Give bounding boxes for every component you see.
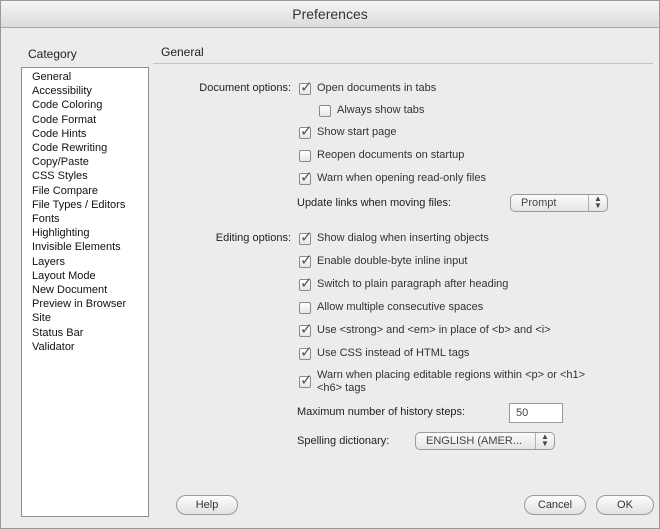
category-item-accessibility[interactable]: Accessibility xyxy=(32,84,148,98)
category-item-file-types-editors[interactable]: File Types / Editors xyxy=(32,198,148,212)
update-links-value: Prompt xyxy=(521,197,557,209)
multiple-spaces-label: Allow multiple consecutive spaces xyxy=(317,301,484,313)
strong-em-label: Use <strong> and <em> in place of <b> an… xyxy=(317,324,551,336)
history-steps-input[interactable]: 50 xyxy=(509,403,563,423)
help-button[interactable]: Help xyxy=(176,495,238,515)
plain-paragraph-label: Switch to plain paragraph after heading xyxy=(317,278,509,290)
double-byte-input-label: Enable double-byte inline input xyxy=(317,255,468,267)
warn-read-only-checkbox[interactable] xyxy=(299,168,313,186)
category-item-validator[interactable]: Validator xyxy=(32,340,148,354)
cancel-button[interactable]: Cancel xyxy=(524,495,586,515)
use-css-checkbox[interactable] xyxy=(299,343,313,361)
category-header: Category xyxy=(28,47,77,61)
history-steps-label: Maximum number of history steps: xyxy=(297,406,466,418)
update-links-label: Update links when moving files: xyxy=(297,197,452,209)
warn-editable-regions-label-line2: <h6> tags xyxy=(317,382,366,394)
category-item-code-format[interactable]: Code Format xyxy=(32,113,148,127)
category-item-copy-paste[interactable]: Copy/Paste xyxy=(32,155,148,169)
always-show-tabs-label: Always show tabs xyxy=(337,104,425,116)
spelling-dictionary-value: ENGLISH (AMER... xyxy=(426,435,522,447)
category-list[interactable]: General Accessibility Code Coloring Code… xyxy=(21,67,149,517)
category-item-code-hints[interactable]: Code Hints xyxy=(32,127,148,141)
update-links-select[interactable]: Prompt ▲ ▼ xyxy=(510,194,608,212)
preferences-window: Preferences Category General General Acc… xyxy=(0,0,660,529)
select-arrows-icon: ▲ ▼ xyxy=(535,433,554,449)
category-item-code-rewriting[interactable]: Code Rewriting xyxy=(32,141,148,155)
category-item-invisible-elements[interactable]: Invisible Elements xyxy=(32,240,148,254)
category-item-site[interactable]: Site xyxy=(32,311,148,325)
plain-paragraph-checkbox[interactable] xyxy=(299,274,313,292)
window-title: Preferences xyxy=(1,1,659,28)
select-arrows-icon: ▲ ▼ xyxy=(588,195,607,211)
show-start-page-checkbox[interactable] xyxy=(299,122,313,140)
category-item-general[interactable]: General xyxy=(32,70,148,84)
double-byte-input-checkbox[interactable] xyxy=(299,251,313,269)
open-documents-in-tabs-label: Open documents in tabs xyxy=(317,82,437,94)
panel-divider xyxy=(153,63,653,64)
use-css-label: Use CSS instead of HTML tags xyxy=(317,347,470,359)
category-item-layers[interactable]: Layers xyxy=(32,255,148,269)
document-options-label: Document options: xyxy=(199,82,291,94)
category-item-fonts[interactable]: Fonts xyxy=(32,212,148,226)
spelling-dictionary-label: Spelling dictionary: xyxy=(297,435,390,447)
category-item-status-bar[interactable]: Status Bar xyxy=(32,326,148,340)
warn-editable-regions-label: Warn when placing editable regions withi… xyxy=(317,369,586,381)
show-dialog-inserting-label: Show dialog when inserting objects xyxy=(317,232,489,244)
reopen-documents-checkbox[interactable] xyxy=(299,150,311,162)
category-item-preview-in-browser[interactable]: Preview in Browser xyxy=(32,297,148,311)
always-show-tabs-checkbox[interactable] xyxy=(319,105,331,117)
category-item-css-styles[interactable]: CSS Styles xyxy=(32,169,148,183)
category-item-new-document[interactable]: New Document xyxy=(32,283,148,297)
open-documents-in-tabs-checkbox[interactable] xyxy=(299,78,313,96)
show-start-page-label: Show start page xyxy=(317,126,397,138)
category-item-highlighting[interactable]: Highlighting xyxy=(32,226,148,240)
editing-options-label: Editing options: xyxy=(215,232,291,244)
reopen-documents-label: Reopen documents on startup xyxy=(317,149,465,161)
warn-read-only-label: Warn when opening read-only files xyxy=(317,172,486,184)
strong-em-checkbox[interactable] xyxy=(299,320,313,338)
multiple-spaces-checkbox[interactable] xyxy=(299,302,311,314)
warn-editable-regions-checkbox[interactable] xyxy=(299,371,313,389)
spelling-dictionary-select[interactable]: ENGLISH (AMER... ▲ ▼ xyxy=(415,432,555,450)
show-dialog-inserting-checkbox[interactable] xyxy=(299,228,313,246)
category-item-file-compare[interactable]: File Compare xyxy=(32,184,148,198)
ok-button[interactable]: OK xyxy=(596,495,654,515)
category-item-code-coloring[interactable]: Code Coloring xyxy=(32,98,148,112)
category-item-layout-mode[interactable]: Layout Mode xyxy=(32,269,148,283)
panel-title: General xyxy=(161,45,204,59)
